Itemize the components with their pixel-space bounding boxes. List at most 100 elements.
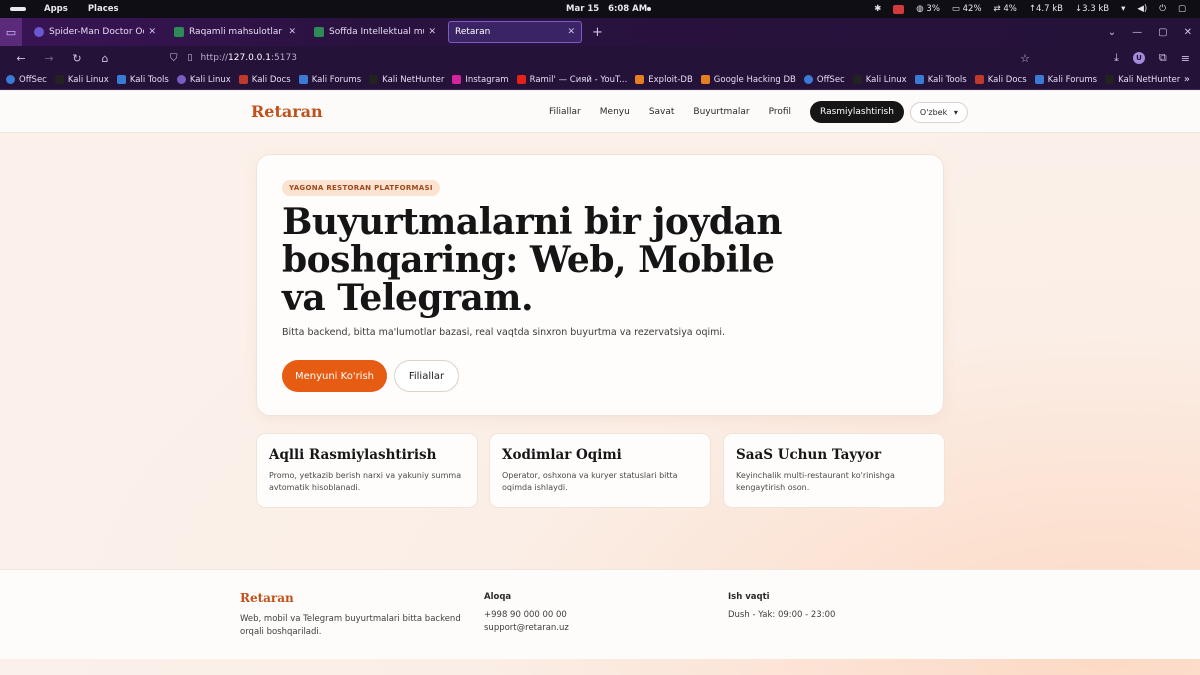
address-bar[interactable]: ⛉ ▯ http://127.0.0.1:5173 ☆ xyxy=(170,48,1040,68)
close-window-icon[interactable]: ✕ xyxy=(1184,27,1192,38)
language-value: O'zbek xyxy=(919,107,948,117)
volume-icon[interactable]: ◀) xyxy=(1137,4,1147,14)
bookmark-icon xyxy=(1105,75,1115,84)
clock[interactable]: Mar 15 6:08 AM xyxy=(566,4,647,14)
bookmark-item[interactable]: Kali Forums xyxy=(1034,75,1097,85)
apps-menu[interactable]: Apps xyxy=(44,4,68,14)
bookmark-icon xyxy=(369,75,379,84)
bookmark-item[interactable]: Google Hacking DB xyxy=(700,74,796,85)
bookmark-item[interactable]: Kali NetHunter xyxy=(1105,75,1180,85)
hours-heading: Ish vaqti xyxy=(728,592,770,602)
screenshot-icon[interactable]: ▢ xyxy=(1178,4,1186,14)
bookmark-item[interactable]: Kali Tools xyxy=(116,75,169,85)
tab-1[interactable]: Spider-Man Doctor Octop ✕ xyxy=(28,21,162,43)
tab-2[interactable]: Raqamli mahsulotlar va o ✕ xyxy=(168,21,302,43)
bookmark-item[interactable]: Kali Linux xyxy=(54,74,109,85)
bookmark-icon xyxy=(516,75,526,84)
nav-profil[interactable]: Profil xyxy=(769,107,791,117)
bookmark-item[interactable]: OffSec xyxy=(803,74,845,85)
date-label: Mar 15 xyxy=(566,4,600,14)
minimize-icon[interactable]: — xyxy=(1132,27,1142,38)
places-menu[interactable]: Places xyxy=(88,4,119,14)
tab-favicon xyxy=(34,27,44,37)
bookmark-label: Kali Linux xyxy=(67,74,109,85)
bookmark-item[interactable]: Kali Docs xyxy=(238,75,291,85)
bookmark-label: Instagram xyxy=(465,74,509,85)
bookmark-item[interactable]: Kali Linux xyxy=(176,75,231,85)
bookmark-label: Kali Forums xyxy=(311,74,362,85)
feature-title: SaaS Uchun Tayyor xyxy=(736,447,882,463)
window-controls: ⌄ — ▢ ✕ xyxy=(1108,27,1192,38)
site-header: Retaran Filiallar Menyu Savat Buyurtmala… xyxy=(0,91,1200,133)
bookmark-label: Google Hacking DB xyxy=(713,74,796,85)
feature-title: Xodimlar Oqimi xyxy=(502,447,622,463)
activities-icon[interactable] xyxy=(10,7,26,11)
tab-overview-icon[interactable]: ▭ xyxy=(0,18,22,46)
bookmarks-bar: OffSec Kali Linux Kali Tools Kali Linux … xyxy=(0,70,1200,90)
footer-contact: Aloqa +998 90 000 00 00 support@retaran.… xyxy=(484,591,569,635)
shield-icon[interactable]: ⛉ xyxy=(170,53,178,64)
nav-menyu[interactable]: Menyu xyxy=(600,107,630,117)
bookmark-item[interactable]: Kali Linux xyxy=(852,75,907,85)
contact-email[interactable]: support@retaran.uz xyxy=(484,622,569,635)
feature-card: SaaS Uchun Tayyor Keyinchalik multi-rest… xyxy=(723,433,945,508)
bookmark-icon xyxy=(1034,75,1044,84)
bookmark-star-icon[interactable]: ☆ xyxy=(1020,52,1030,65)
extensions-icon[interactable]: ⧉ xyxy=(1159,51,1167,65)
battery-value: 42% xyxy=(962,4,982,14)
power-icon[interactable]: ⏻ xyxy=(1159,4,1166,14)
nav-buyurtmalar[interactable]: Buyurtmalar xyxy=(693,107,749,117)
nav-savat[interactable]: Savat xyxy=(649,107,675,117)
more-bookmarks-icon[interactable]: » xyxy=(1184,74,1190,85)
view-menu-button[interactable]: Menyuni Ko'rish xyxy=(282,360,387,392)
hero-subtitle: Bitta backend, bitta ma'lumotlar bazasi,… xyxy=(282,327,726,338)
bookmark-item[interactable]: Kali Docs xyxy=(974,75,1027,85)
tab-retaran[interactable]: Retaran ✕ xyxy=(448,21,582,43)
forward-icon[interactable]: → xyxy=(42,52,56,65)
language-select[interactable]: O'zbek ▾ xyxy=(909,101,968,123)
bookmark-item[interactable]: Instagram xyxy=(452,74,509,85)
site-nav: Filiallar Menyu Savat Buyurtmalar Profil… xyxy=(549,101,968,123)
account-avatar[interactable]: U xyxy=(1132,52,1145,64)
page-info-icon[interactable]: ▯ xyxy=(188,53,193,63)
bookmark-item[interactable]: Kali NetHunter xyxy=(369,75,444,85)
bookmark-label: OffSec xyxy=(816,74,845,85)
tab-3[interactable]: Soffda Intellektual mulkla ✕ xyxy=(308,21,442,43)
contact-heading: Aloqa xyxy=(484,592,512,602)
feature-desc: Promo, yetkazib berish narxi va yakuniy … xyxy=(269,471,462,492)
toolbox-icon[interactable] xyxy=(893,4,905,14)
bookmark-item[interactable]: Kali Tools xyxy=(914,74,967,85)
tab-title: Soffda Intellektual mulkla xyxy=(329,27,424,37)
home-icon[interactable]: ⌂ xyxy=(98,52,112,65)
close-tab-icon[interactable]: ✕ xyxy=(148,27,156,37)
bookmark-label: Kali Tools xyxy=(927,74,967,85)
site-logo[interactable]: Retaran xyxy=(251,102,323,121)
menu-icon[interactable]: ≡ xyxy=(1181,52,1190,65)
bookmark-item[interactable]: Exploit-DB xyxy=(635,75,693,85)
branches-button[interactable]: Filiallar xyxy=(394,360,459,392)
bookmark-item[interactable]: Kali Forums xyxy=(298,74,362,85)
bookmark-item[interactable]: OffSec xyxy=(6,75,47,85)
new-tab-icon[interactable]: + xyxy=(592,25,603,40)
feature-card: Aqlli Rasmiylashtirish Promo, yetkazib b… xyxy=(256,433,478,508)
page-viewport: Retaran Filiallar Menyu Savat Buyurtmala… xyxy=(0,91,1200,675)
tab-favicon xyxy=(174,27,184,37)
back-icon[interactable]: ← xyxy=(14,52,28,65)
bookmark-icon xyxy=(803,75,813,84)
url-text[interactable]: http://127.0.0.1:5173 xyxy=(200,53,296,63)
tab-list-icon[interactable]: ⌄ xyxy=(1108,27,1116,38)
nav-filiallar[interactable]: Filiallar xyxy=(549,107,581,117)
bluetooth-icon[interactable]: ✱ xyxy=(874,4,881,14)
close-tab-icon[interactable]: ✕ xyxy=(567,27,575,37)
checkout-button[interactable]: Rasmiylashtirish xyxy=(810,101,904,123)
chevron-down-icon: ▾ xyxy=(953,107,958,117)
wifi-icon[interactable]: ▾ xyxy=(1121,4,1125,14)
contact-phone[interactable]: +998 90 000 00 00 xyxy=(484,609,569,622)
maximize-icon[interactable]: ▢ xyxy=(1158,27,1167,38)
downloads-icon[interactable]: ⤓ xyxy=(1114,51,1119,65)
url-host: 127.0.0.1 xyxy=(228,53,271,63)
reload-icon[interactable]: ↻ xyxy=(70,52,84,65)
bookmark-item[interactable]: Ramil' — Сияй - YouT... xyxy=(516,75,627,85)
close-tab-icon[interactable]: ✕ xyxy=(288,27,296,37)
close-tab-icon[interactable]: ✕ xyxy=(428,27,436,37)
